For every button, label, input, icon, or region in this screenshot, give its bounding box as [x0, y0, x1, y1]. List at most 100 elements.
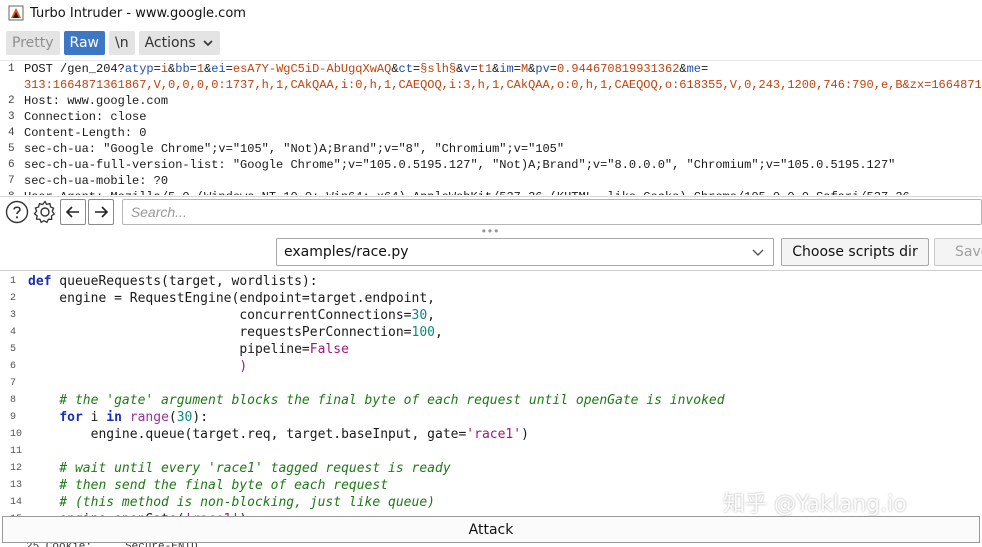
help-icon	[5, 200, 29, 223]
request-token: Connection: close	[24, 110, 147, 124]
request-line: 3 Connection: close	[0, 109, 982, 125]
code-token: in	[106, 410, 122, 425]
request-token: me	[686, 62, 702, 76]
code-token: 100	[411, 325, 435, 340]
code-token: # (this method is non-blocking, just lik…	[28, 495, 435, 510]
code-line: 9 for i in range(30):	[0, 409, 982, 426]
line-number: 8	[0, 189, 24, 195]
request-token: v	[463, 62, 471, 76]
request-token: ct	[398, 62, 413, 76]
newline-toggle-button[interactable]: \n	[108, 31, 135, 55]
code-line: 4 requestsPerConnection=100,	[0, 324, 982, 341]
line-number: 9	[10, 412, 17, 423]
code-token: )	[28, 359, 248, 374]
line-number: 12	[10, 463, 23, 474]
line-number: 13	[10, 480, 23, 491]
splitter-grip: •••	[481, 224, 501, 238]
line-number: 10	[10, 429, 23, 440]
code-line-text: concurrentConnections=30,	[28, 307, 435, 324]
attack-button[interactable]: Attack	[2, 516, 980, 543]
raw-request-editor[interactable]: 1 POST /gen_204?atyp=i&bb=1&ei=esA7Y-WgC5…	[0, 60, 982, 195]
script-code-editor[interactable]: 1 def queueRequests(target, wordlists): 2 …	[0, 270, 982, 516]
settings-button[interactable]	[32, 199, 58, 225]
actions-label: Actions	[144, 35, 196, 51]
script-select[interactable]: examples/race.py	[276, 238, 774, 266]
code-line: 8 # the 'gate' argument blocks the final…	[0, 392, 982, 409]
code-token: pipeline=	[28, 342, 310, 357]
code-token: i	[82, 410, 107, 425]
code-token: concurrentConnections=	[28, 308, 412, 323]
chevron-down-icon	[203, 40, 213, 47]
request-token: =	[701, 62, 709, 76]
script-controls: examples/race.py Choose scripts dir Save	[0, 236, 982, 268]
code-token: # the 'gate' argument blocks the final b…	[28, 393, 725, 408]
code-line: 12 # wait until every 'race1' tagged req…	[0, 460, 982, 477]
code-token: def	[28, 274, 52, 289]
request-line: 1 POST /gen_204?atyp=i&bb=1&ei=esA7Y-WgC5…	[0, 61, 982, 77]
code-line: 1 def queueRequests(target, wordlists):	[0, 273, 982, 290]
gear-icon	[33, 199, 56, 223]
title-bar: Turbo Intruder - www.google.com	[0, 0, 982, 26]
code-line-text: engine.queue(target.req, target.baseInpu…	[28, 426, 529, 443]
line-number: 3	[10, 310, 17, 321]
code-line: 3 concurrentConnections=30,	[0, 307, 982, 324]
request-token: &	[391, 62, 399, 76]
request-line: 313:1664871361867,V,0,0,0,0:1737,h,1,CAk…	[0, 77, 982, 93]
line-number: 7	[8, 175, 15, 187]
request-token: esA7Y-WgC5iD-AbUgqXwAQ	[232, 62, 392, 76]
actions-menu-button[interactable]: Actions	[138, 31, 220, 55]
code-line: 5 pipeline=False	[0, 341, 982, 358]
code-token: )	[521, 427, 529, 442]
choose-scripts-dir-button[interactable]: Choose scripts dir	[781, 238, 929, 266]
request-token: =	[470, 62, 478, 76]
line-number: 6	[10, 361, 17, 372]
request-token: POST /gen_204?	[24, 62, 125, 76]
code-line-text: # the 'gate' argument blocks the final b…	[28, 392, 725, 409]
watermark: 知乎 @Yaklang.io	[723, 492, 907, 517]
code-token: 30	[411, 308, 428, 323]
raw-button[interactable]: Raw	[63, 31, 105, 55]
search-input[interactable]: Search...	[121, 198, 982, 225]
request-token: Host: www.google.com	[24, 94, 169, 108]
request-token: 313:1664871361867,V,0,0,0,0:1737,h,1,CAk…	[24, 78, 982, 92]
editor-toolbar: Pretty Raw \n Actions	[0, 28, 982, 58]
request-line: 2 Host: www.google.com	[0, 93, 982, 109]
line-number: 4	[8, 127, 15, 139]
request-token: §slh§	[420, 62, 457, 76]
request-token: Content-Length: 0	[24, 126, 147, 140]
line-number: 1	[10, 276, 17, 287]
request-token: User-Agent: Mozilla/5.0 (Windows NT 10.0…	[24, 190, 910, 195]
request-token: &	[679, 62, 687, 76]
request-token: =	[225, 62, 233, 76]
line-number: 7	[10, 378, 17, 389]
code-line-text: requestsPerConnection=100,	[28, 324, 443, 341]
line-number: 3	[8, 111, 15, 123]
request-line-text: 313:1664871361867,V,0,0,0,0:1737,h,1,CAk…	[24, 77, 982, 93]
save-button[interactable]: Save	[934, 238, 982, 266]
pane-splitter[interactable]: •••	[0, 224, 982, 238]
request-line-text: sec-ch-ua-mobile: ?0	[24, 173, 168, 189]
request-token: =	[189, 62, 197, 76]
arrow-right-icon	[94, 205, 108, 218]
code-token: 'race1'	[466, 427, 522, 442]
request-line-text: Host: www.google.com	[24, 93, 168, 109]
request-line-overflow: 25 Cookie: ... Secure-ENID	[0, 543, 982, 547]
code-line: 11	[0, 443, 982, 460]
help-button[interactable]	[4, 199, 30, 225]
request-line-text: Content-Length: 0	[24, 125, 146, 141]
code-line-text: pipeline=False	[28, 341, 349, 358]
next-match-button[interactable]	[87, 198, 114, 225]
request-token: sec-ch-ua-mobile: ?0	[24, 174, 169, 188]
code-token: engine = RequestEngine(endpoint=target.e…	[28, 291, 435, 306]
request-token: 0.944670819931362	[556, 62, 680, 76]
request-line: 4 Content-Length: 0	[0, 125, 982, 141]
code-line: 6 )	[0, 358, 982, 375]
pretty-button[interactable]: Pretty	[6, 31, 60, 55]
code-token: queueRequests(target, wordlists):	[51, 274, 318, 289]
request-line: 6 sec-ch-ua-full-version-list: "Google Ch…	[0, 157, 982, 173]
line-number: 14	[10, 497, 23, 508]
previous-match-button[interactable]	[59, 198, 86, 225]
code-token: False	[309, 342, 349, 357]
line-number: 8	[10, 395, 17, 406]
request-line-text: User-Agent: Mozilla/5.0 (Windows NT 10.0…	[24, 189, 910, 195]
